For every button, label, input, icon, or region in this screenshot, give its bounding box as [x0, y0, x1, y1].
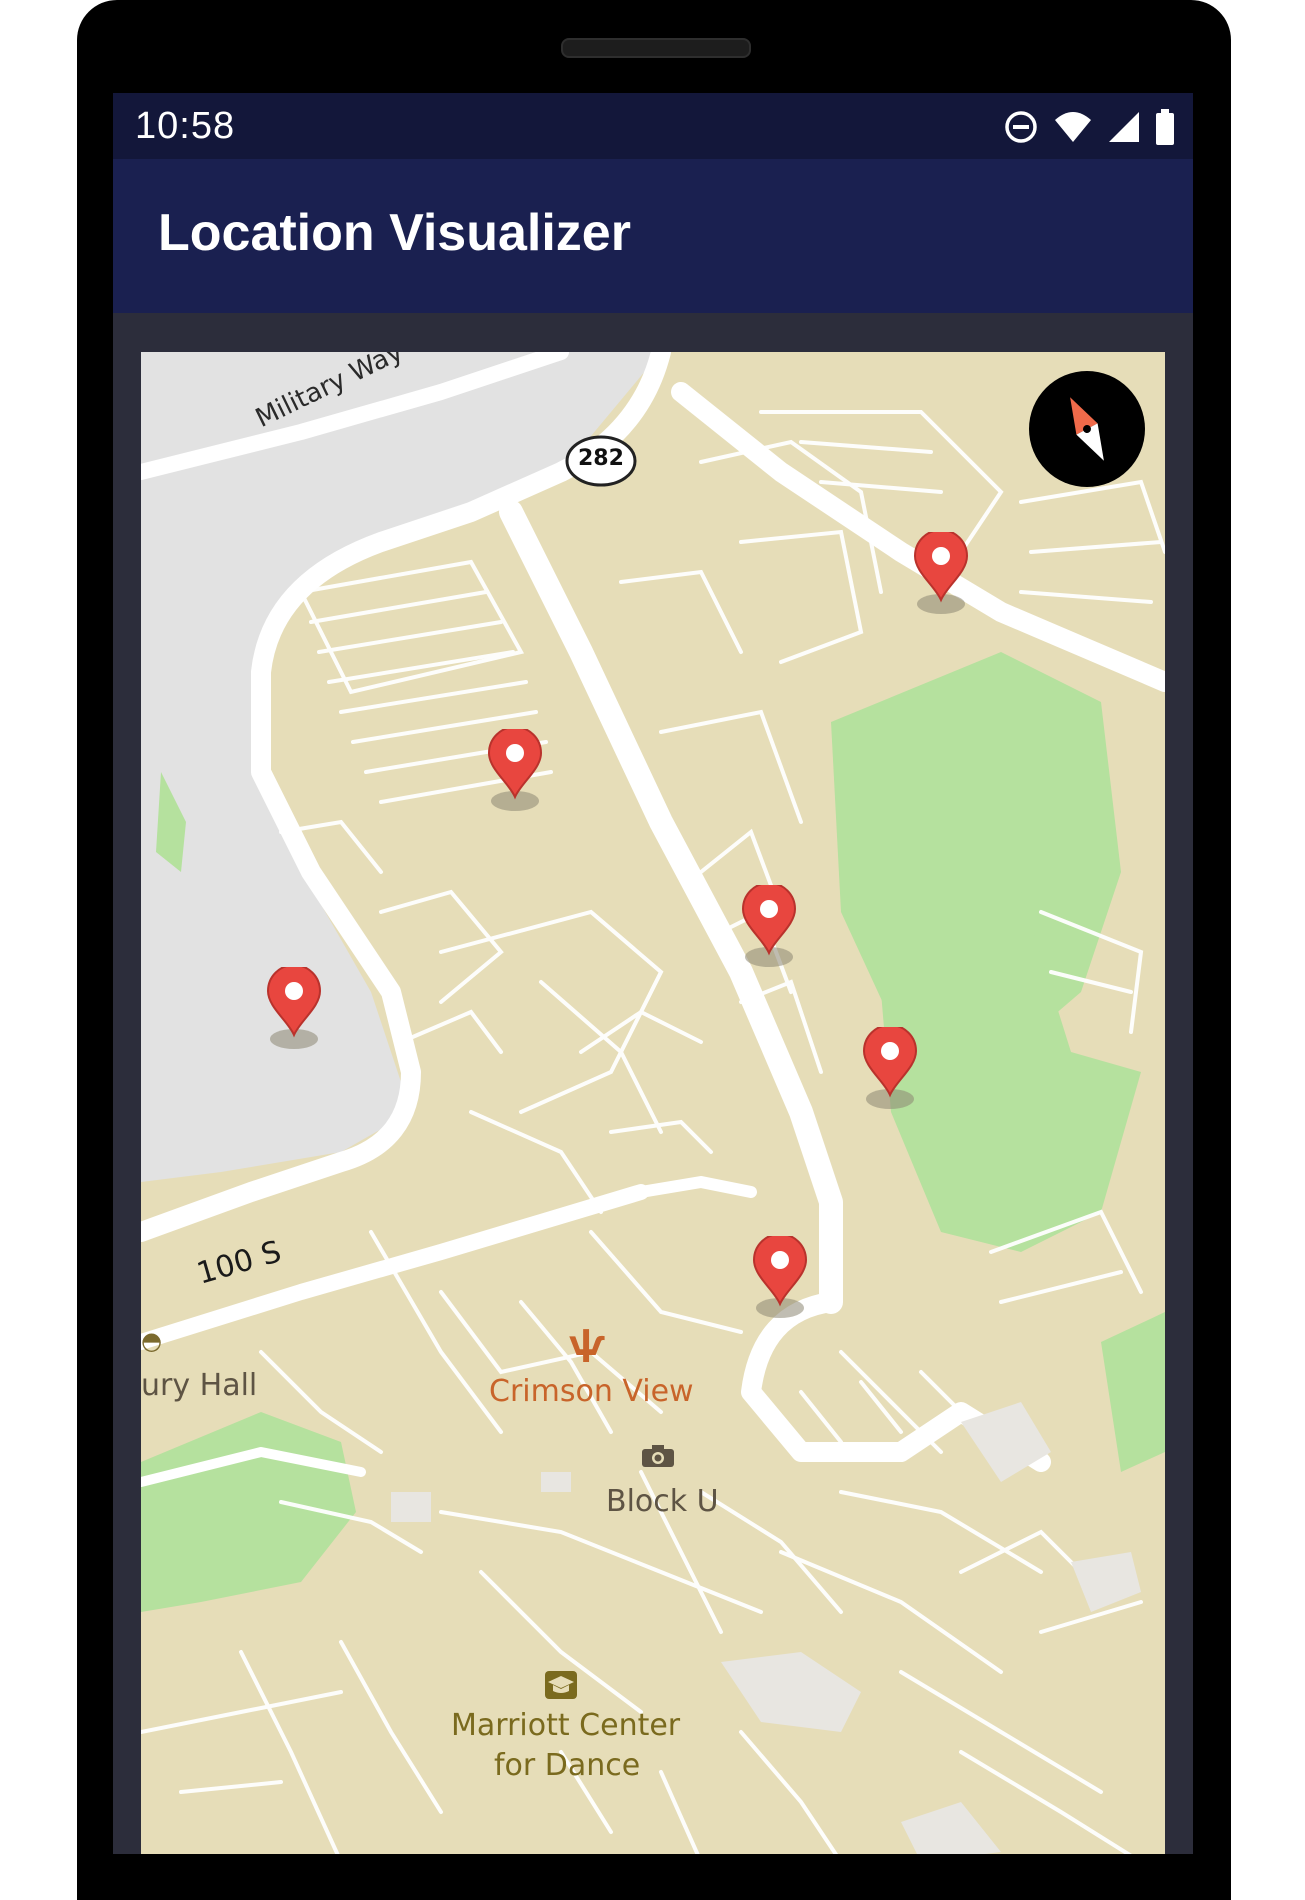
poi-restaurant-icon: ѱ	[569, 1324, 606, 1364]
location-marker-4[interactable]	[264, 967, 324, 1053]
poi-theater-icon: ◓	[141, 1327, 162, 1355]
location-marker-1[interactable]	[911, 532, 971, 618]
compass-button[interactable]	[1029, 371, 1145, 487]
app-bar: Location Visualizer	[113, 159, 1193, 313]
location-marker-2[interactable]	[485, 729, 545, 815]
map-park-right	[1101, 1312, 1165, 1472]
poi-education-icon	[545, 1671, 577, 1699]
app-title: Location Visualizer	[158, 204, 631, 262]
poi-label-marriott-line2: for Dance	[494, 1748, 641, 1783]
phone-speaker	[561, 38, 751, 58]
map-road-horizontal	[635, 1176, 757, 1198]
location-marker-3[interactable]	[739, 885, 799, 971]
wifi-icon	[1055, 112, 1091, 142]
battery-icon	[1156, 109, 1174, 145]
poi-label-crimson-view: Crimson View	[489, 1374, 694, 1409]
location-marker-5[interactable]	[860, 1027, 920, 1113]
poi-label-hall: ury Hall	[141, 1368, 258, 1403]
status-bar: 10:58	[113, 93, 1193, 159]
map-base-layer	[141, 352, 1165, 1854]
location-marker-6[interactable]	[750, 1236, 810, 1322]
do-not-disturb-icon	[1005, 111, 1037, 143]
poi-label-marriott-line1: Marriott Center	[451, 1708, 681, 1743]
poi-camera-icon	[642, 1445, 674, 1467]
route-282-label: 282	[578, 446, 624, 471]
compass-icon	[1070, 397, 1104, 461]
status-time: 10:58	[135, 105, 236, 147]
poi-label-block-u: Block U	[606, 1484, 719, 1519]
map-view[interactable]: Military Way 282 100 S ◓ ury Hall ѱ Crim…	[141, 352, 1165, 1854]
cell-signal-icon	[1109, 112, 1139, 142]
status-icons	[1003, 107, 1175, 147]
phone-frame: 10:58 Location Visualizer Military Way 2…	[77, 0, 1231, 1900]
device-screen: 10:58 Location Visualizer Military Way 2…	[113, 93, 1193, 1854]
